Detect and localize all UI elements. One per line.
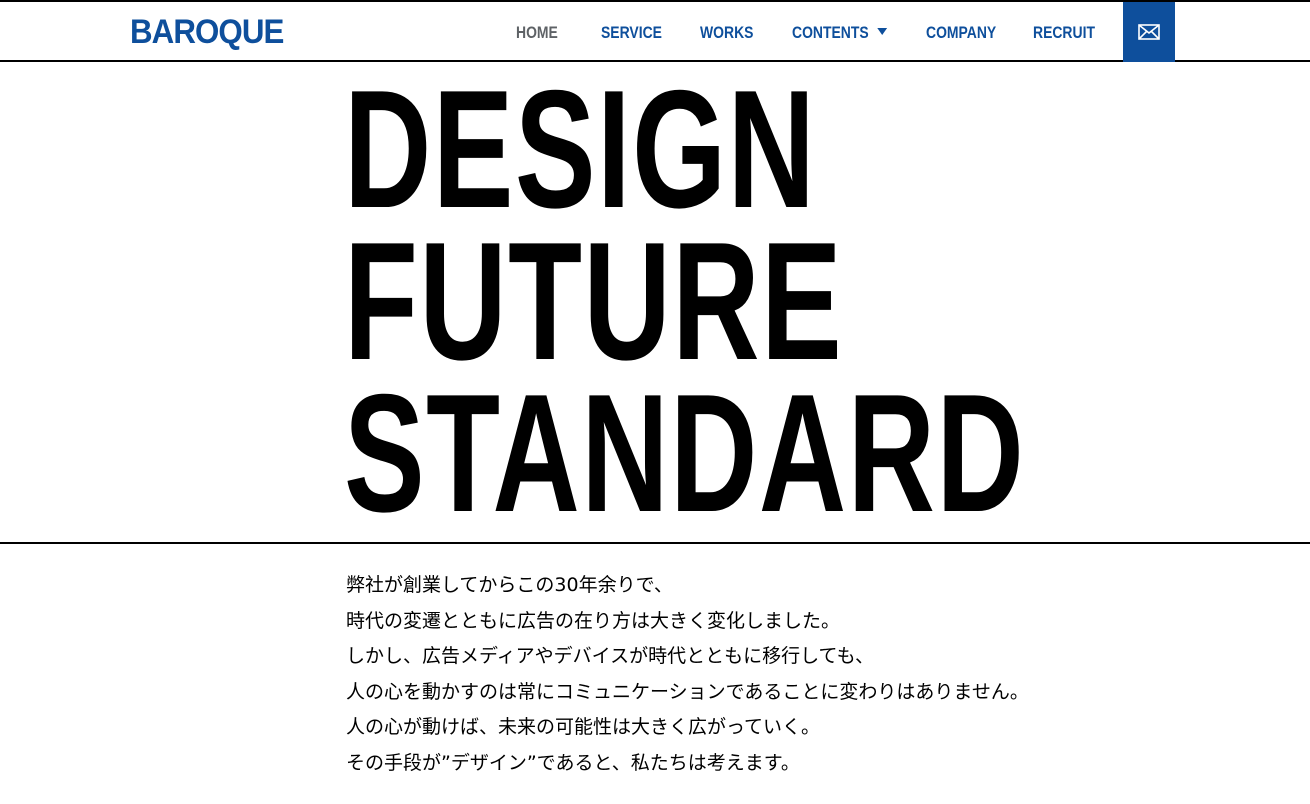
nav-item-recruit[interactable]: RECRUIT <box>1033 21 1095 45</box>
nav-item-contents-label: CONTENTS <box>792 23 869 42</box>
nav-item-contents[interactable]: CONTENTS <box>792 21 887 45</box>
hero-line-design: DESIGN <box>344 55 817 243</box>
intro-line: しかし、広告メディアやデバイスが時代とともに移行しても、 <box>346 645 875 667</box>
hero-line-standard: STANDARD <box>344 359 1026 547</box>
hero-line-future: FUTURE <box>344 207 844 395</box>
intro-line: その手段が”デザイン”であると、私たちは考えます。 <box>346 751 800 774</box>
caret-down-icon <box>876 28 887 36</box>
site-header: BAROQUE HOME SERVICE WORKS CONTENTS COMP… <box>0 0 1310 62</box>
nav-item-works[interactable]: WORKS <box>700 21 753 45</box>
hero-section: DESIGN FUTURE STANDARD <box>0 62 1310 544</box>
intro-line: 時代の変遷とともに広告の在り方は大きく変化しました。 <box>346 609 841 632</box>
intro-line: 弊社が創業してからこの30年余りで、 <box>346 574 673 596</box>
intro-copy: 弊社が創業してからこの30年余りで、 時代の変遷とともに広告の在り方は大きく変化… <box>346 568 1066 781</box>
nav-item-service[interactable]: SERVICE <box>601 21 662 45</box>
nav-item-company[interactable]: COMPANY <box>926 21 996 45</box>
contact-mail-button[interactable] <box>1123 2 1175 62</box>
baroque-logo[interactable]: BAROQUE <box>130 12 284 52</box>
mail-icon <box>1138 24 1160 40</box>
nav-item-home[interactable]: HOME <box>516 21 558 45</box>
intro-line: 人の心が動けば、未来の可能性は大きく広がっていく。 <box>346 716 821 738</box>
intro-line: 人の心を動かすのは常にコミュニケーションであることに変わりはありません。 <box>346 680 1029 703</box>
